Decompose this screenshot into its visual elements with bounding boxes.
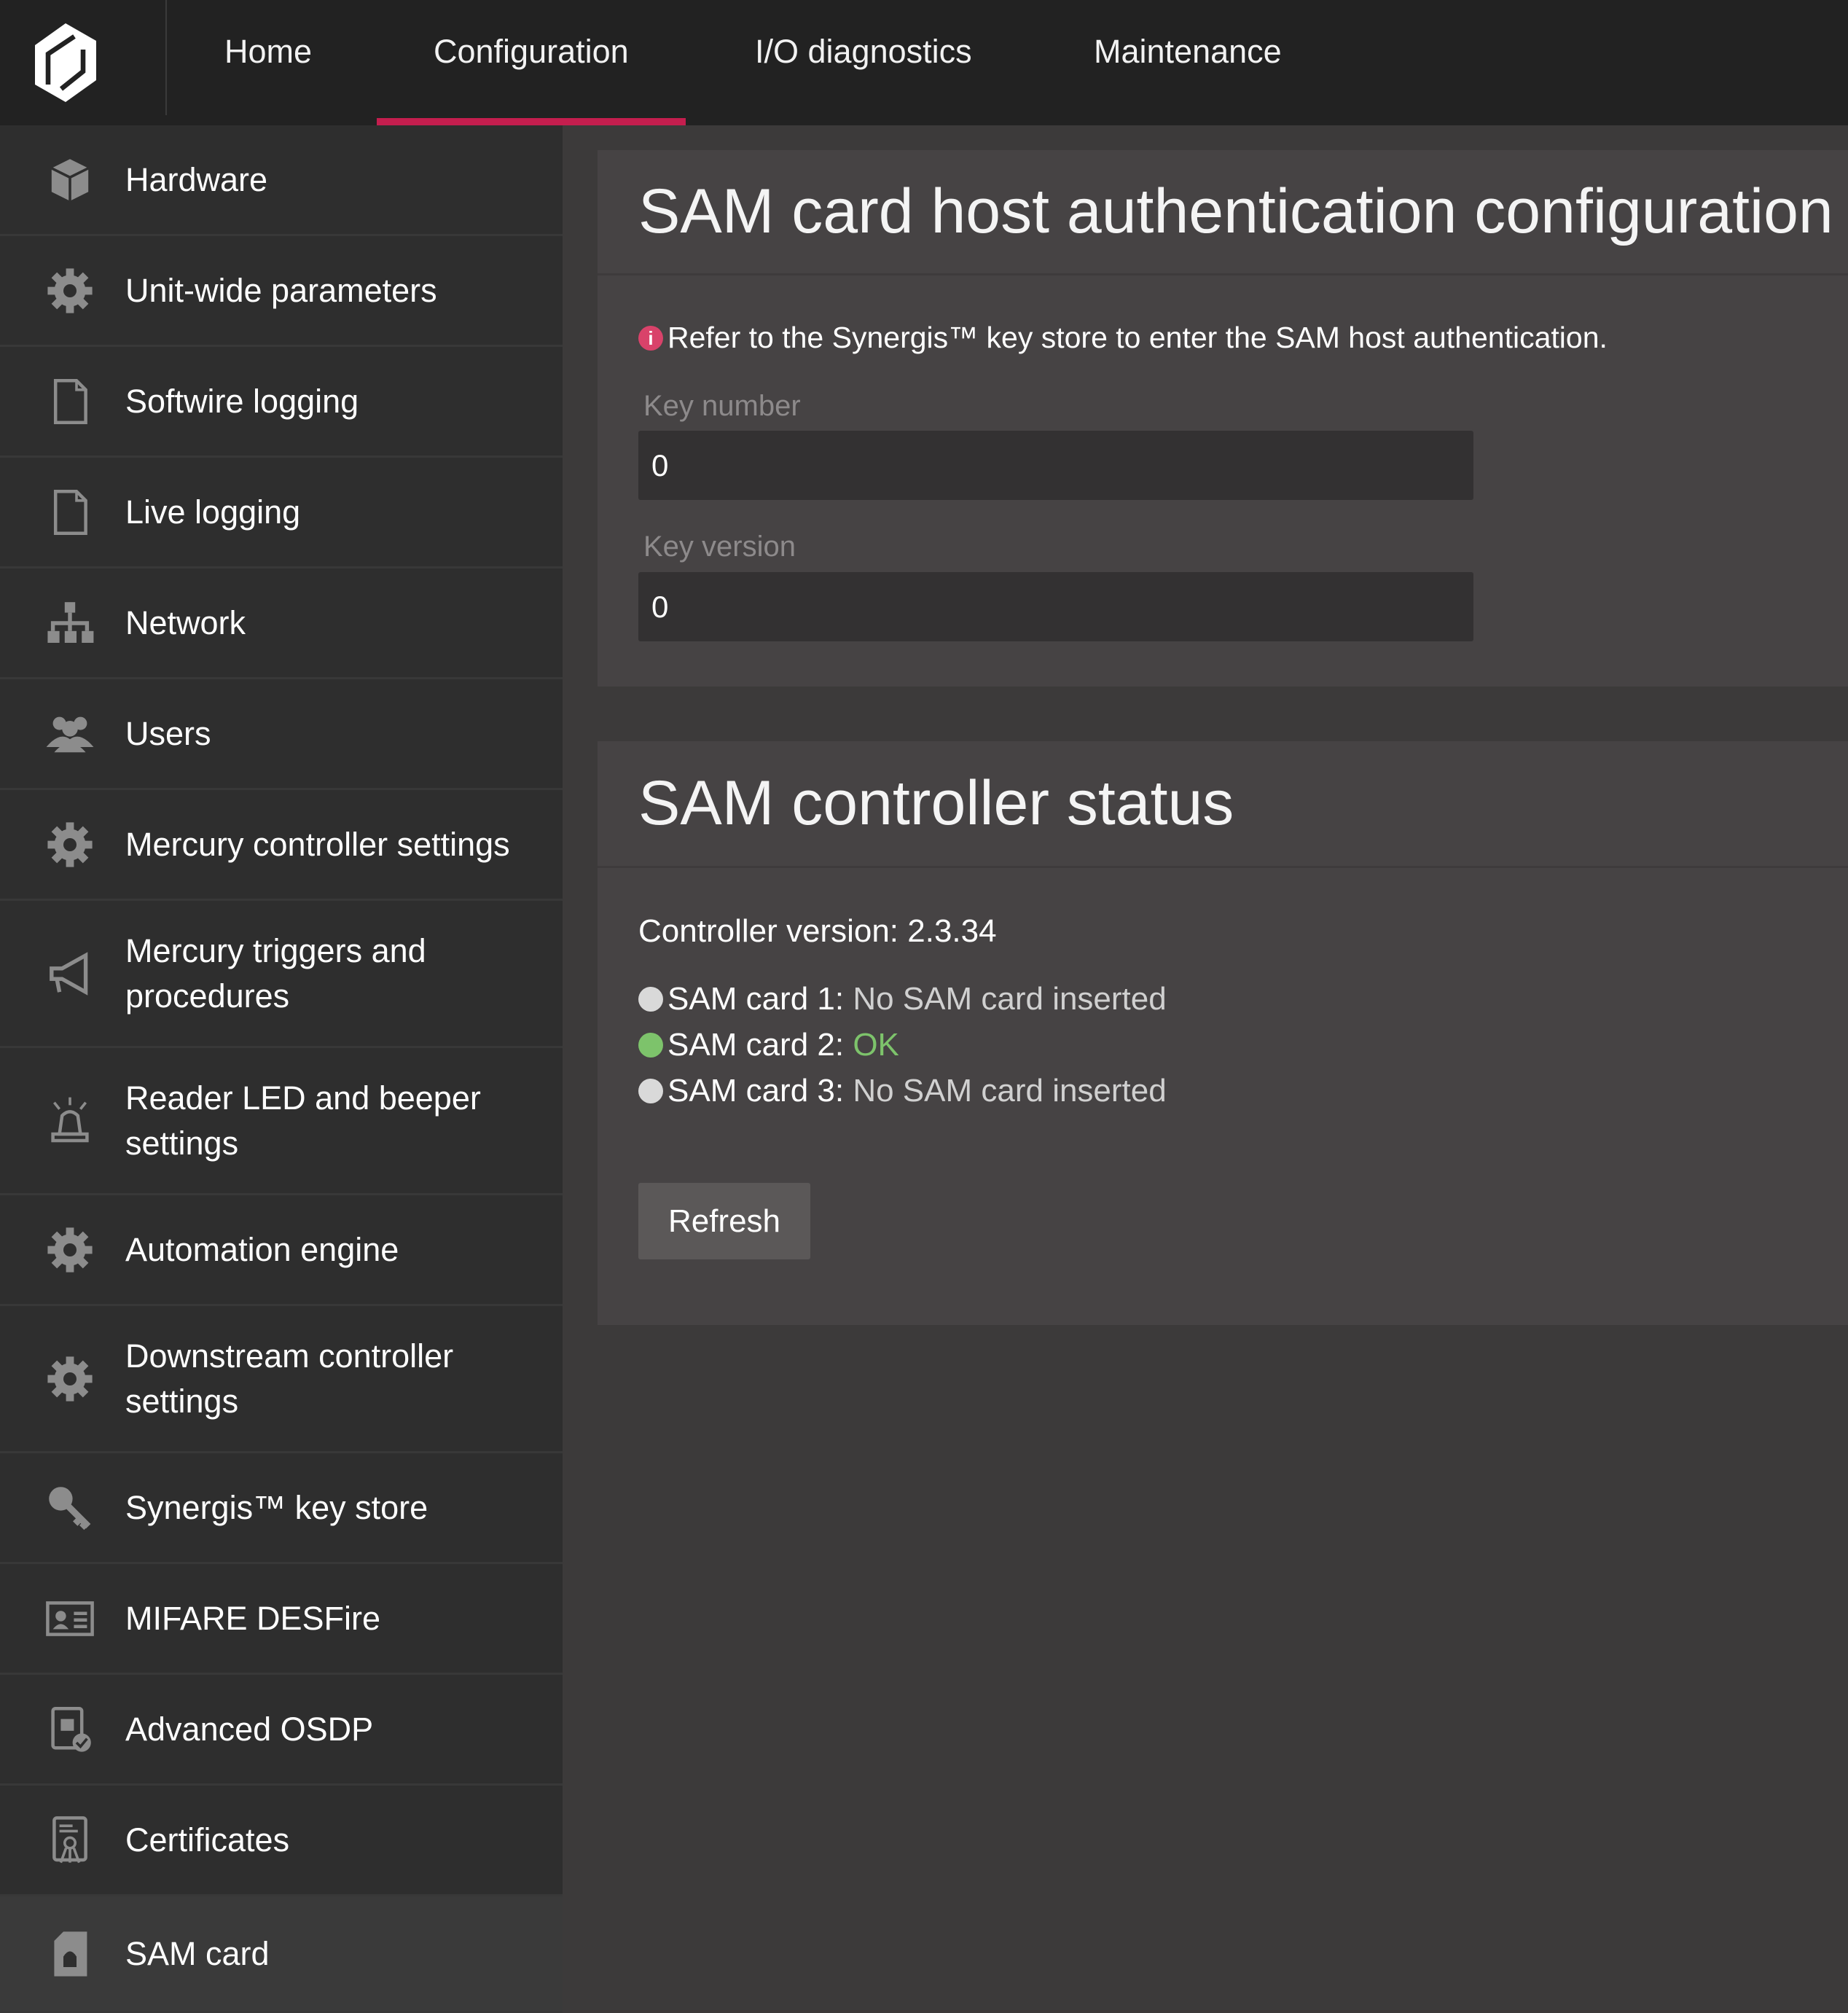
sidebar-item-reader-led-and-beeper-settings[interactable]: Reader LED and beeper settings: [0, 1048, 563, 1195]
sidebar-item-network[interactable]: Network: [0, 568, 563, 679]
sidebar-item-label: Downstream controller settings: [125, 1337, 454, 1420]
nav-io-diagnostics[interactable]: I/O diagnostics: [755, 0, 972, 125]
sidebar-item-mifare-desfire[interactable]: MIFARE DESFire: [0, 1564, 563, 1675]
sidebar-item-label: SAM card: [125, 1934, 270, 1972]
sidebar-item-hardware[interactable]: Hardware: [0, 125, 563, 236]
sidebar-item-softwire-logging[interactable]: Softwire logging: [0, 347, 563, 458]
gear-icon: [47, 1227, 93, 1273]
sidebar-item-automation-engine[interactable]: Automation engine: [0, 1195, 563, 1306]
sam-card-label: SAM card 1:: [667, 981, 845, 1017]
controller-version: Controller version: 2.3.34: [638, 913, 997, 949]
info-message: i Refer to the Synergis™ key store to ent…: [638, 321, 1608, 355]
gear-icon: [47, 1356, 93, 1402]
sidebar-item-sam-card[interactable]: SAM card: [0, 1896, 563, 2013]
nav-configuration[interactable]: Configuration: [377, 0, 686, 125]
users-icon: [46, 716, 94, 752]
sidebar-item-label: Reader LED and beeper settings: [125, 1079, 481, 1162]
sidebar-item-downstream-controller-settings[interactable]: Downstream controller settings: [0, 1306, 563, 1453]
top-navigation-bar: Home Configuration I/O diagnostics Maint…: [0, 0, 1848, 125]
sidebar-item-label: Unit-wide parameters: [125, 271, 437, 309]
certificate-icon: [52, 1815, 87, 1863]
status-dot-icon: [638, 987, 663, 1012]
sam-card-icon: [54, 1931, 87, 1977]
sidebar-item-label: Users: [125, 714, 211, 752]
megaphone-icon: [50, 951, 88, 996]
sidebar-item-label: Mercury triggers and procedures: [125, 931, 426, 1015]
sidebar-item-label: Certificates: [125, 1821, 290, 1858]
sidebar-item-label: Hardware: [125, 160, 268, 198]
id-card-icon: [46, 1600, 94, 1636]
cube-icon: [50, 158, 90, 201]
key-version-label: Key version: [643, 531, 796, 563]
sidebar-item-label: Network: [125, 603, 246, 641]
network-icon: [47, 601, 94, 643]
sidebar: Hardware Unit-wide parameters Softwire log…: [0, 125, 563, 2013]
sidebar-item-advanced-osdp[interactable]: Advanced OSDP: [0, 1675, 563, 1786]
sam-card-value: No SAM card inserted: [853, 981, 1167, 1017]
status-dot-icon: [638, 1079, 663, 1103]
nav-home[interactable]: Home: [224, 0, 312, 125]
sidebar-item-label: Automation engine: [125, 1230, 399, 1268]
sidebar-item-mercury-triggers-and-procedures[interactable]: Mercury triggers and procedures: [0, 901, 563, 1048]
sidebar-item-label: Advanced OSDP: [125, 1710, 374, 1748]
key-icon: [49, 1486, 91, 1530]
sam-card-status: SAM card 1: No SAM card inserted: [638, 981, 1167, 1017]
sam-card-value: OK: [853, 1027, 899, 1063]
sidebar-item-synergis-key-store[interactable]: Synergis™ key store: [0, 1453, 563, 1564]
info-icon: i: [638, 325, 663, 351]
sidebar-item-certificates[interactable]: Certificates: [0, 1786, 563, 1896]
sam-card-label: SAM card 2:: [667, 1027, 845, 1063]
sidebar-item-label: Synergis™ key store: [125, 1488, 428, 1526]
gear-icon: [47, 267, 93, 313]
sidebar-item-mercury-controller-settings[interactable]: Mercury controller settings: [0, 790, 563, 901]
nav-maintenance[interactable]: Maintenance: [1094, 0, 1282, 125]
sidebar-item-label: MIFARE DESFire: [125, 1599, 381, 1637]
key-version-input[interactable]: 0: [638, 572, 1473, 641]
refresh-button[interactable]: Refresh: [638, 1183, 810, 1259]
info-text: Refer to the Synergis™ key store to ente…: [667, 321, 1608, 354]
genetec-logo-icon[interactable]: [22, 19, 109, 106]
sidebar-item-users[interactable]: Users: [0, 679, 563, 790]
sam-card-status: SAM card 3: No SAM card inserted: [638, 1073, 1167, 1109]
sam-card-value: No SAM card inserted: [853, 1073, 1167, 1109]
status-dot-icon: [638, 1033, 663, 1058]
secure-reader-icon: [51, 1706, 91, 1752]
sidebar-item-label: Mercury controller settings: [125, 825, 510, 863]
sam-card-status: SAM card 2: OK: [638, 1027, 899, 1063]
divider: [165, 0, 167, 115]
document-icon: [53, 378, 87, 424]
key-number-input[interactable]: 0: [638, 431, 1473, 500]
document-icon: [53, 489, 87, 535]
gear-icon: [47, 821, 93, 867]
sam-card-label: SAM card 3:: [667, 1073, 845, 1109]
sidebar-item-label: Live logging: [125, 493, 301, 531]
key-number-label: Key number: [643, 390, 801, 422]
sidebar-item-label: Softwire logging: [125, 382, 359, 420]
panel-title: SAM card host authentication configurati…: [598, 150, 1848, 275]
alarm-light-icon: [51, 1097, 89, 1142]
panel-title: SAM controller status: [598, 741, 1848, 868]
sidebar-item-live-logging[interactable]: Live logging: [0, 458, 563, 568]
sidebar-item-unit-wide-parameters[interactable]: Unit-wide parameters: [0, 236, 563, 347]
